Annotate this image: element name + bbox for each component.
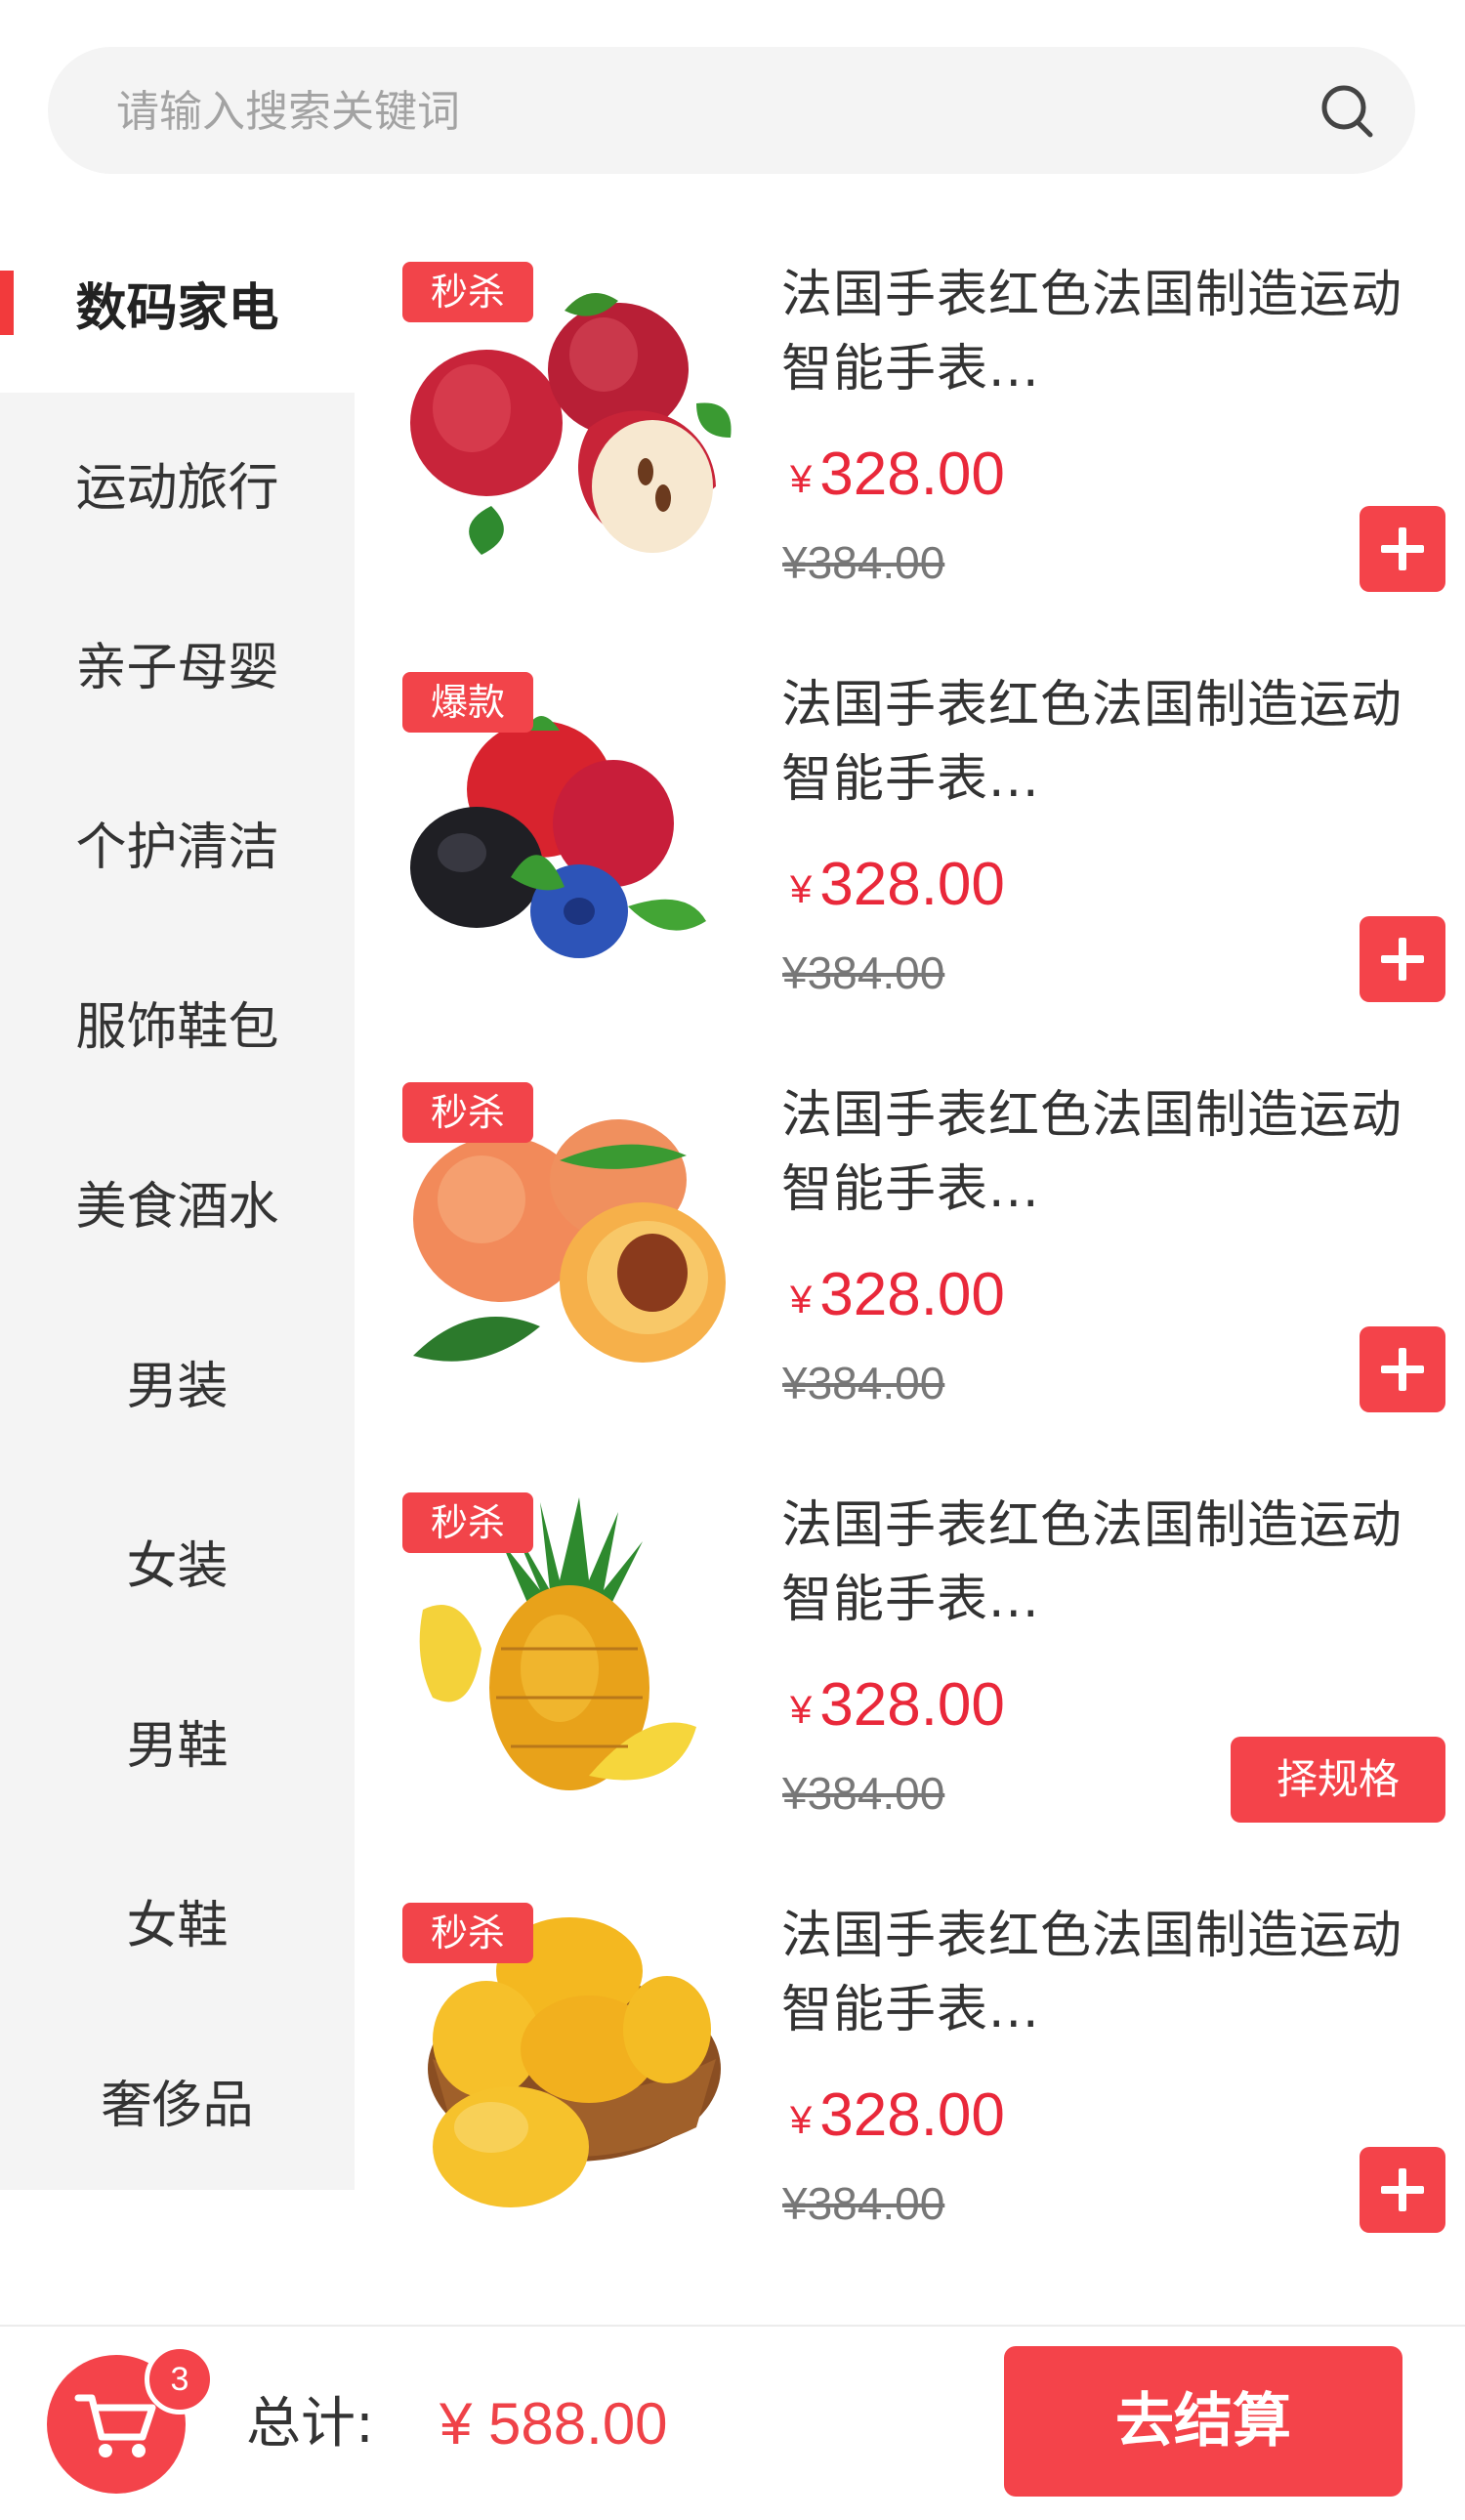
plus-icon-stroke [1399, 527, 1406, 570]
product-title[interactable]: 法国手表红色法国制造运动智能手表... [781, 1078, 1426, 1227]
sidebar-item-label: 服饰鞋包 [75, 997, 279, 1057]
product-card[interactable]: 秒杀 法国手表红色法国制造运动智能手表... ¥328.00 ¥384.00 [355, 213, 1465, 623]
product-title[interactable]: 法国手表红色法国制造运动智能手表... [781, 258, 1426, 406]
sidebar-item-label: 女装 [126, 1536, 229, 1596]
sidebar-item-label: 美食酒水 [75, 1177, 279, 1237]
sidebar-item-label: 数码家电 [75, 278, 279, 338]
sidebar-item-menswear[interactable]: 男装 [0, 1291, 355, 1471]
add-to-cart-button[interactable] [1360, 506, 1445, 592]
price-value: 328.00 [819, 441, 1005, 508]
price-value: 328.00 [819, 1261, 1005, 1328]
sidebar-item-label: 亲子母婴 [75, 638, 279, 697]
select-spec-button[interactable]: 择规格 [1231, 1737, 1445, 1823]
product-price: ¥328.00 [790, 1256, 1005, 1341]
product-title[interactable]: 法国手表红色法国制造运动智能手表... [781, 1899, 1426, 2047]
sidebar-item-personal-care[interactable]: 个护清洁 [0, 752, 355, 932]
currency-symbol: ¥ [790, 458, 813, 501]
original-price: ¥384.00 [782, 947, 945, 998]
product-title[interactable]: 法国手表红色法国制造运动智能手表... [781, 1489, 1426, 1637]
promo-tag: 爆款 [402, 672, 533, 733]
add-to-cart-button[interactable] [1360, 2147, 1445, 2233]
price-value: 328.00 [819, 851, 1005, 918]
cart-count-badge: 3 [145, 2344, 215, 2415]
sidebar-item-womenswear[interactable]: 女装 [0, 1471, 355, 1651]
search-input[interactable] [114, 47, 1241, 176]
sidebar-item-digital-appliances[interactable]: 数码家电 [0, 213, 355, 393]
sidebar-item-sports-travel[interactable]: 运动旅行 [0, 393, 355, 572]
original-price: ¥384.00 [782, 2178, 945, 2229]
promo-tag: 秒杀 [402, 1492, 533, 1553]
total-price: ¥ 588.00 [440, 2391, 668, 2457]
product-card[interactable]: 秒杀 法国手表红色法国制造运动智能手表... ¥328.00 ¥384.00 择… [355, 1444, 1465, 1854]
product-card[interactable]: 爆款 法国手表红色法国制造运动智能手表... ¥328.00 ¥384.00 [355, 623, 1465, 1033]
search-bar[interactable] [48, 47, 1415, 176]
product-list: 秒杀 法国手表红色法国制造运动智能手表... ¥328.00 ¥384.00 爆… [355, 213, 1465, 2284]
promo-tag: 秒杀 [402, 1082, 533, 1143]
search-icon[interactable] [1318, 81, 1378, 142]
plus-icon-stroke [1399, 2168, 1406, 2211]
plus-icon-stroke [1399, 938, 1406, 981]
product-price: ¥328.00 [790, 846, 1005, 931]
sidebar-item-womens-shoes[interactable]: 女鞋 [0, 1830, 355, 2010]
sidebar-item-mens-shoes[interactable]: 男鞋 [0, 1651, 355, 1830]
sidebar-item-label: 女鞋 [126, 1896, 229, 1955]
checkout-button[interactable]: 去结算 [1004, 2346, 1402, 2497]
currency-symbol: ¥ [790, 2099, 813, 2142]
currency-symbol: ¥ [790, 868, 813, 911]
promo-tag: 秒杀 [402, 1903, 533, 1963]
add-to-cart-button[interactable] [1360, 1326, 1445, 1412]
sidebar-item-label: 男装 [126, 1357, 229, 1416]
add-to-cart-button[interactable] [1360, 916, 1445, 1002]
sidebar-item-label: 奢侈品 [101, 2076, 254, 2135]
sidebar-item-food-drinks[interactable]: 美食酒水 [0, 1112, 355, 1291]
price-value: 328.00 [819, 1671, 1005, 1739]
product-price: ¥328.00 [790, 2077, 1005, 2162]
original-price: ¥384.00 [782, 537, 945, 588]
total-label: 总计: [246, 2392, 374, 2456]
checkout-bar: 3 总计: ¥ 588.00 去结算 [0, 2325, 1465, 2520]
plus-icon-stroke [1399, 1348, 1406, 1391]
price-value: 328.00 [819, 2081, 1005, 2149]
cart-icon [74, 2394, 156, 2457]
category-sidebar: 数码家电 运动旅行 亲子母婴 个护清洁 服饰鞋包 美食酒水 男装 女装 男鞋 女… [0, 213, 355, 2190]
sidebar-item-label: 运动旅行 [75, 458, 279, 518]
sidebar-item-label: 个护清洁 [75, 818, 279, 877]
currency-symbol: ¥ [790, 1279, 813, 1322]
original-price: ¥384.00 [782, 1358, 945, 1408]
product-card[interactable]: 秒杀 法国手表红色法国制造运动智能手表... ¥328.00 ¥384.00 [355, 1033, 1465, 1444]
sidebar-item-label: 男鞋 [126, 1716, 229, 1776]
sidebar-item-apparel-bags[interactable]: 服饰鞋包 [0, 932, 355, 1112]
promo-tag: 秒杀 [402, 262, 533, 322]
product-price: ¥328.00 [790, 436, 1005, 521]
sidebar-item-luxury[interactable]: 奢侈品 [0, 2010, 355, 2190]
sidebar-item-mother-baby[interactable]: 亲子母婴 [0, 572, 355, 752]
product-price: ¥328.00 [790, 1666, 1005, 1751]
currency-symbol: ¥ [790, 1689, 813, 1732]
product-title[interactable]: 法国手表红色法国制造运动智能手表... [781, 668, 1426, 817]
active-indicator [0, 271, 14, 335]
product-card[interactable]: 秒杀 法国手表红色法国制造运动智能手表... ¥328.00 ¥384.00 [355, 1854, 1465, 2264]
original-price: ¥384.00 [782, 1768, 945, 1819]
